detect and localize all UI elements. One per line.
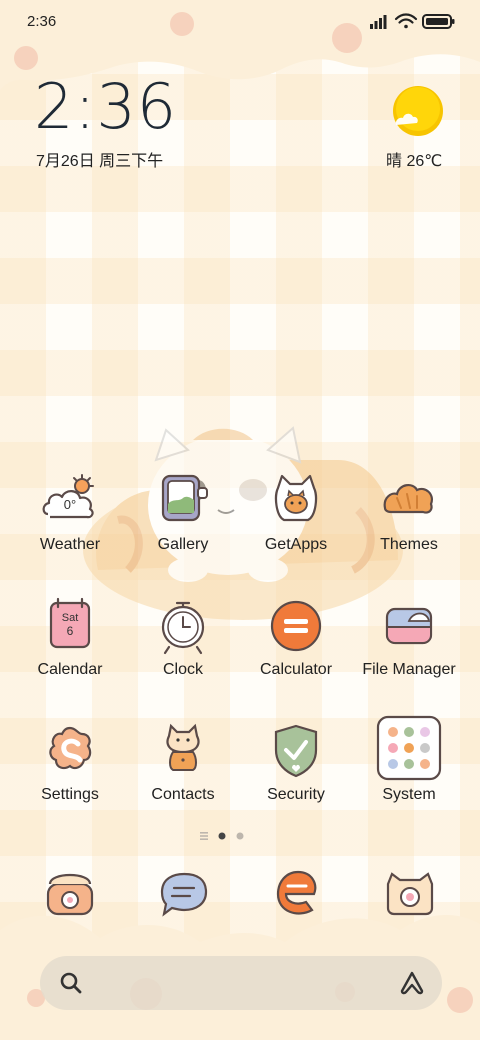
app-label: Themes <box>380 536 438 553</box>
wifi-icon <box>394 13 418 29</box>
app-calendar[interactable]: Sat 6 Calendar <box>14 597 126 707</box>
app-system-folder[interactable]: System <box>353 714 465 824</box>
messages-icon[interactable] <box>154 864 214 924</box>
sun-cloud-icon[interactable] <box>392 85 444 137</box>
calendar-icon-day: Sat <box>62 612 79 624</box>
signal-icon <box>370 15 387 29</box>
clock-widget-date[interactable]: 7月26日 周三下午 <box>36 147 163 171</box>
status-bar-time: 2:36 <box>27 13 57 30</box>
phone-icon[interactable] <box>40 864 100 924</box>
battery-icon <box>422 14 455 29</box>
search-icon[interactable] <box>58 970 84 996</box>
calendar-icon-date: 6 <box>67 624 74 638</box>
clock-widget-time[interactable]: 2:36 <box>34 76 177 138</box>
app-contacts[interactable]: Contacts <box>127 722 239 832</box>
app-security[interactable]: Security <box>240 722 352 832</box>
app-clock[interactable]: Clock <box>127 597 239 707</box>
security-icon <box>274 724 318 778</box>
app-weather[interactable]: 0° Weather <box>14 472 126 582</box>
weather-widget-text[interactable]: 晴 26℃ <box>386 147 442 171</box>
app-label: System <box>382 786 436 803</box>
page-indicator[interactable] <box>200 830 280 842</box>
contacts-icon <box>166 723 200 771</box>
getapps-icon <box>274 474 318 522</box>
clock-icon <box>161 601 205 655</box>
status-icons <box>370 13 455 29</box>
search-bar[interactable] <box>40 956 442 1010</box>
browser-icon[interactable] <box>268 864 328 924</box>
settings-icon <box>49 726 92 770</box>
weather-icon: 0° <box>42 474 94 519</box>
app-gallery[interactable]: Gallery <box>127 472 239 582</box>
calculator-icon <box>270 600 322 652</box>
system-folder-icon <box>376 715 442 781</box>
page-dot-active <box>218 832 226 840</box>
app-settings[interactable]: Settings <box>14 722 126 832</box>
app-label: File Manager <box>362 661 456 678</box>
themes-icon <box>383 484 433 514</box>
app-getapps[interactable]: GetApps <box>240 472 352 582</box>
app-calculator[interactable]: Calculator <box>240 597 352 707</box>
menu-lines-icon <box>200 832 208 840</box>
app-themes[interactable]: Themes <box>353 472 465 582</box>
page-dot <box>236 832 244 840</box>
file-manager-icon <box>385 607 433 645</box>
calendar-icon: Sat 6 <box>49 597 91 649</box>
assistant-icon[interactable] <box>398 969 426 997</box>
camera-icon[interactable] <box>380 864 440 924</box>
weather-icon-temp: 0° <box>64 497 76 512</box>
app-file-manager[interactable]: File Manager <box>353 597 465 707</box>
gallery-icon <box>161 474 208 522</box>
